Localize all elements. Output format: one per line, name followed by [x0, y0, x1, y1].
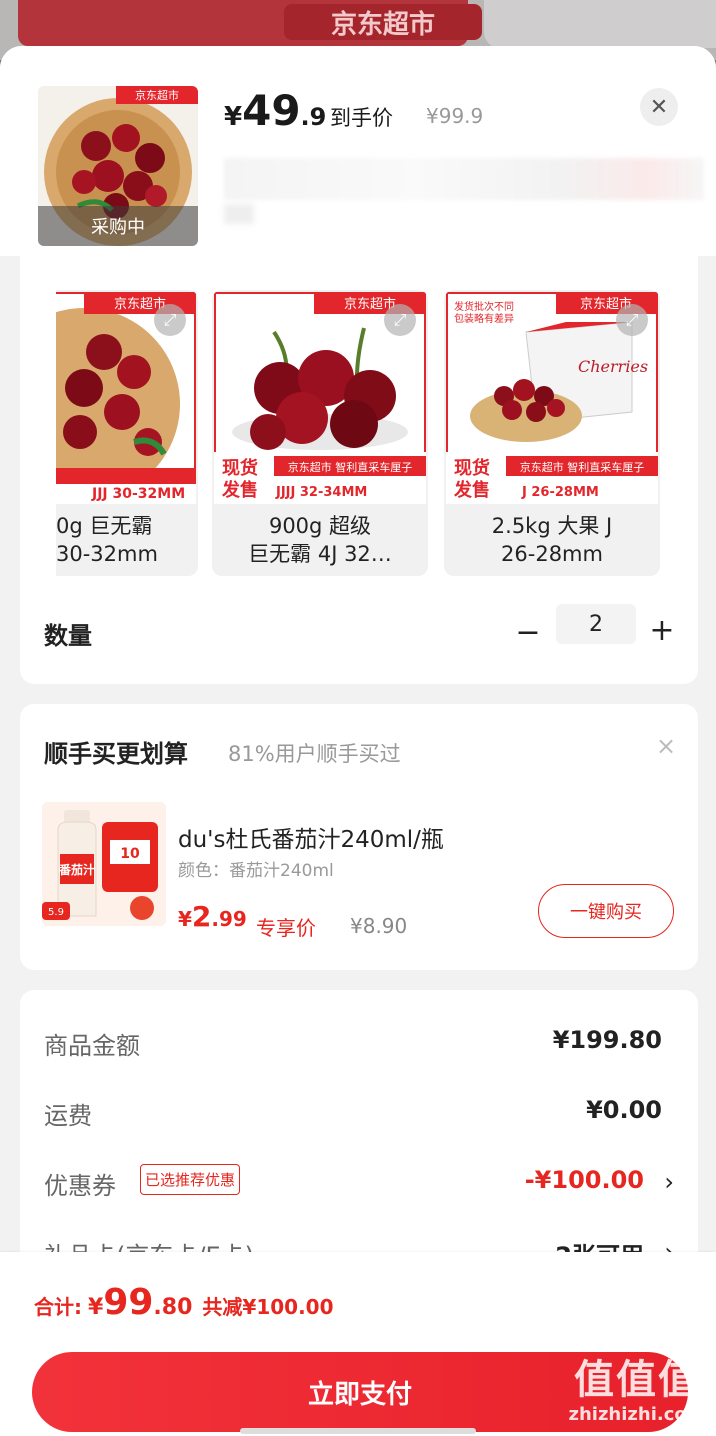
total-saved: 共减¥100.00 — [202, 1295, 334, 1319]
variant-option[interactable]: 京东超市 京东超市 智利直采车厘子 现货 发售 JJJJ 32-34MM ⤢ 9… — [212, 290, 428, 576]
summary-label: 商品金额 — [44, 1032, 140, 1060]
close-button[interactable]: ✕ — [640, 88, 678, 126]
summary-row-coupon[interactable]: 优惠券 已选推荐优惠 -¥100.00 › — [44, 1164, 674, 1206]
svg-text:现货: 现货 — [454, 457, 490, 479]
svg-text:京东超市 智利直采车厘子: 京东超市 智利直采车厘子 — [288, 460, 413, 474]
total-integer: 99 — [103, 1282, 154, 1323]
svg-text:发货批次不同: 发货批次不同 — [454, 300, 514, 313]
tomato-juice-image: 番茄汁 10 5.9 — [42, 802, 166, 926]
variant-name: 900g 超级 巨无霸 4J 32… — [212, 512, 428, 568]
upsell-price: ¥ 2 .99 — [178, 900, 247, 933]
blurred-selection-text — [224, 158, 704, 200]
current-price: ¥ 49 .9 — [224, 86, 326, 135]
checkout-sheet: 京东超市 采购中 ¥ 49 .9 到手价 ¥99.9 ✕ 京东超市 JJJ 30… — [0, 46, 716, 1436]
upsell-card: 顺手买更划算 81%用户顺手买过 × 番茄汁 10 5.9 du's杜氏番茄汁2… — [20, 704, 698, 970]
variant-option[interactable]: Cherries 京东超市 发货批次不同 包装略有差异 京东超市 智利直采车厘子 — [444, 290, 660, 576]
upsell-subtitle: 81%用户顺手买过 — [228, 742, 401, 766]
price-currency: ¥ — [224, 102, 243, 132]
watermark-logo: 值值值 — [574, 1357, 700, 1403]
svg-text:JJJJ 32-34MM: JJJJ 32-34MM — [275, 485, 367, 500]
variant-name-line2: 26-28mm — [501, 542, 603, 566]
upsell-price-currency: ¥ — [178, 907, 192, 931]
home-indicator — [240, 1428, 476, 1434]
summary-value: ¥199.80 — [552, 1026, 662, 1054]
svg-text:10: 10 — [120, 846, 140, 862]
original-price: ¥99.9 — [426, 104, 484, 128]
zoom-icon[interactable]: ⤢ — [616, 304, 648, 336]
total-decimal: .80 — [153, 1295, 193, 1320]
variant-name: 2.5kg 大果 J 26-28mm — [444, 512, 660, 568]
order-total: 合计: ¥ 99 .80 共减¥100.00 — [34, 1282, 334, 1323]
quantity-input[interactable]: 2 — [556, 604, 636, 644]
summary-row-shipping: 运费 ¥0.00 — [44, 1096, 674, 1136]
svg-text:J 26-28MM: J 26-28MM — [521, 485, 599, 500]
price-integer: 49 — [242, 86, 301, 135]
total-currency: ¥ — [88, 1295, 104, 1320]
price-decimal: .9 — [300, 103, 327, 131]
quantity-increase-button[interactable]: + — [646, 610, 678, 650]
total-label: 合计: — [34, 1295, 82, 1319]
purchase-status-badge: 采购中 — [38, 206, 198, 246]
upsell-product-name[interactable]: du's杜氏番茄汁240ml/瓶 — [178, 820, 444, 854]
upsell-close-icon[interactable]: × — [656, 732, 676, 760]
one-click-buy-button[interactable]: 一键购买 — [538, 884, 674, 938]
upsell-product-spec: 颜色：番茄汁240ml — [178, 861, 334, 881]
background-card — [484, 0, 716, 48]
svg-text:京东超市: 京东超市 — [135, 88, 179, 102]
svg-text:Cherries: Cherries — [578, 357, 648, 376]
watermark-url: zhizhizhi.com — [568, 1404, 706, 1425]
upsell-price-integer: 2 — [191, 900, 212, 933]
background-brand-badge: 京东超市 — [284, 4, 482, 40]
blurred-selection-text-2 — [224, 204, 254, 224]
stock-badge-line2: 发售 — [221, 479, 258, 501]
variant-name-line2: 巨无霸 4J 32… — [248, 542, 392, 566]
svg-text:发售: 发售 — [453, 479, 490, 501]
summary-label: 优惠券 — [44, 1172, 116, 1200]
upsell-price-decimal: .99 — [211, 907, 247, 931]
upsell-exclusive-label: 专享价 — [256, 916, 316, 940]
coupon-recommended-badge: 已选推荐优惠 — [140, 1164, 241, 1195]
summary-row-goods-amount: 商品金额 ¥199.80 — [44, 1026, 674, 1066]
variant-name-line2: 30-32mm — [56, 542, 158, 566]
background-brand-text: 京东超市 — [330, 9, 435, 40]
variant-name-line1: 900g 超级 — [268, 514, 372, 538]
background-banner: 京东超市 — [18, 0, 482, 46]
upsell-product-image[interactable]: 番茄汁 10 5.9 — [42, 802, 166, 926]
summary-value: -¥100.00 — [524, 1166, 644, 1194]
quantity-decrease-button[interactable]: − — [512, 612, 544, 652]
quantity-label: 数量 — [44, 622, 92, 650]
upsell-original-price: ¥8.90 — [350, 914, 408, 938]
zoom-icon[interactable]: ⤢ — [384, 304, 416, 336]
summary-label: 运费 — [44, 1102, 92, 1130]
svg-text:5.9: 5.9 — [48, 907, 64, 918]
chevron-right-icon: › — [664, 1168, 674, 1196]
product-thumbnail[interactable]: 京东超市 采购中 — [38, 86, 198, 246]
svg-text:包装略有差异: 包装略有差异 — [454, 312, 514, 325]
product-header: 京东超市 采购中 ¥ 49 .9 到手价 ¥99.9 ✕ — [0, 46, 716, 256]
svg-text:京东超市 智利直采车厘子: 京东超市 智利直采车厘子 — [520, 460, 645, 474]
summary-value: ¥0.00 — [586, 1096, 662, 1124]
final-price-label: 到手价 — [330, 106, 393, 130]
svg-text:JJJ 30-32MM: JJJ 30-32MM — [91, 486, 185, 502]
spec-card: 京东超市 JJJ 30-32MM ⤢ 0g 巨无霸 30-32mm 京东超市 京… — [20, 256, 698, 684]
watermark: 值值值 zhizhizhi.com — [562, 1356, 712, 1432]
zoom-icon[interactable]: ⤢ — [154, 304, 186, 336]
close-icon: ✕ — [649, 94, 669, 120]
variant-list[interactable]: 京东超市 JJJ 30-32MM ⤢ 0g 巨无霸 30-32mm 京东超市 京… — [56, 290, 696, 580]
variant-name-line1: 2.5kg 大果 J — [491, 514, 613, 538]
upsell-title: 顺手买更划算 — [44, 740, 188, 768]
stock-badge-line1: 现货 — [222, 457, 258, 479]
svg-text:番茄汁: 番茄汁 — [58, 862, 95, 877]
variant-name: 0g 巨无霸 30-32mm — [56, 512, 198, 568]
variant-option[interactable]: 京东超市 JJJ 30-32MM ⤢ 0g 巨无霸 30-32mm — [56, 290, 198, 576]
variant-name-line1: 0g 巨无霸 — [56, 514, 153, 538]
